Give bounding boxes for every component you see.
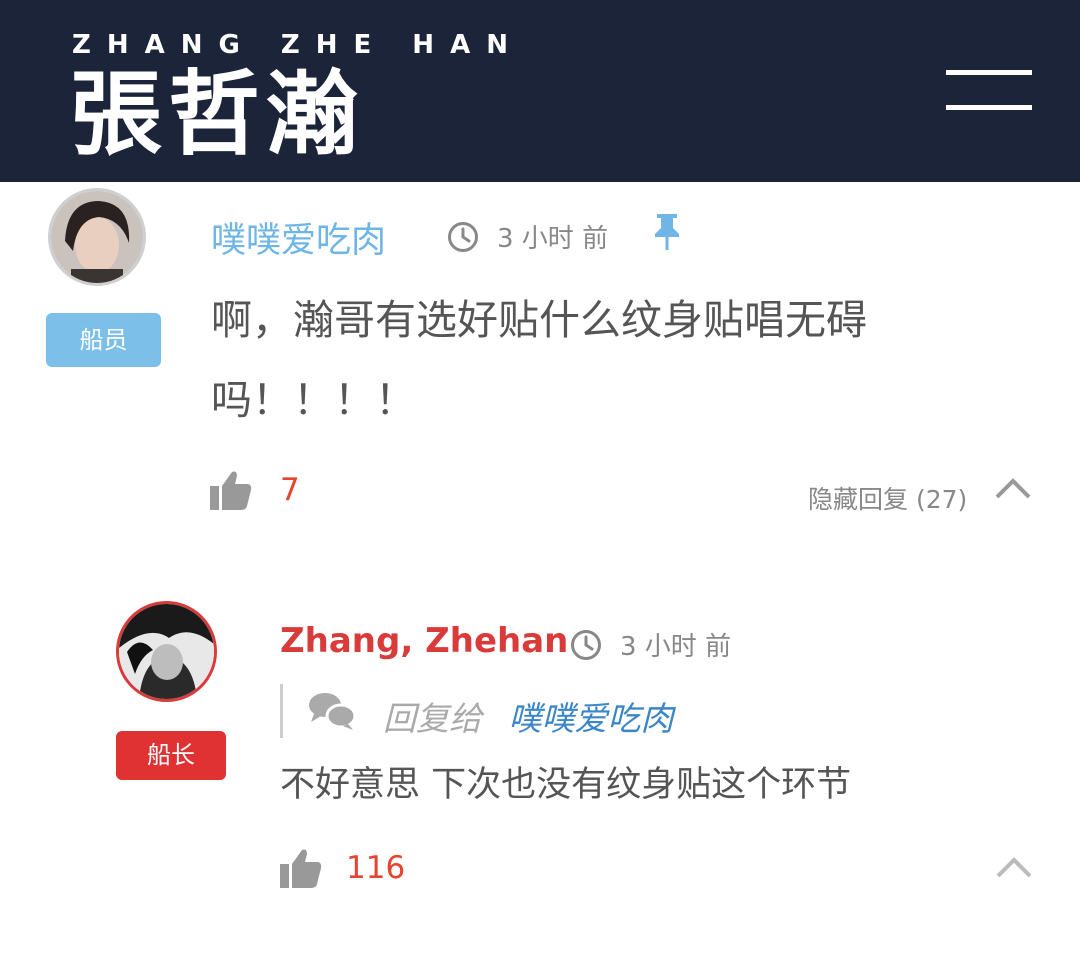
hide-replies-toggle[interactable]: 隐藏回复 (27): [808, 480, 967, 516]
chevron-up-icon[interactable]: [995, 855, 1033, 879]
reply-to-line: 回复给 噗噗爱吃肉: [383, 692, 674, 740]
pin-icon: [655, 214, 679, 250]
like-button[interactable]: 7: [210, 470, 300, 510]
thumbs-up-icon: [280, 849, 322, 888]
reply-to-bar: [280, 684, 283, 738]
comment-text: 不好意思 下次也没有纹身贴这个环节: [280, 765, 852, 805]
comment-username[interactable]: 噗噗爱吃肉: [211, 212, 386, 263]
like-count: 7: [280, 472, 300, 508]
clock-icon: [571, 629, 601, 660]
chat-bubbles-icon: [309, 693, 356, 730]
comment-timestamp: 3 小时 前: [447, 218, 608, 255]
thumbs-up-icon: [210, 471, 252, 510]
reply-prefix: 回复给: [383, 699, 482, 738]
comment-text: 啊，瀚哥有选好贴什么纹身贴唱无碍吗！！！！: [211, 296, 867, 424]
brand-subtitle: ZHANG ZHE HAN: [72, 30, 524, 60]
like-button[interactable]: 116: [280, 848, 405, 888]
brand-logo-text[interactable]: 張哲瀚: [70, 62, 364, 166]
comment-timestamp: 3 小时 前: [570, 626, 731, 663]
time-text: 3 小时 前: [620, 632, 732, 662]
reply-to-user-link[interactable]: 噗噗爱吃肉: [509, 699, 674, 738]
comment-username[interactable]: Zhang, Zhehan: [280, 621, 568, 661]
site-header: ZHANG ZHE HAN 張哲瀚: [0, 0, 1080, 182]
member-badge: 船员: [46, 313, 161, 367]
avatar[interactable]: [116, 601, 217, 702]
captain-badge: 船长: [116, 731, 226, 780]
chevron-up-icon[interactable]: [994, 476, 1032, 500]
like-count: 116: [346, 850, 406, 886]
time-text: 3 小时 前: [497, 224, 609, 254]
clock-icon: [448, 221, 478, 252]
hamburger-menu-icon[interactable]: [946, 70, 1032, 112]
avatar[interactable]: [48, 188, 146, 286]
